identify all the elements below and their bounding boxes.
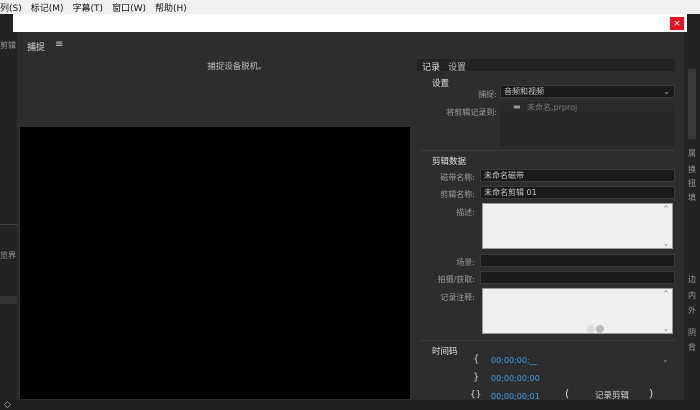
scroll-down-icon[interactable]: ⌄ — [663, 325, 669, 333]
log-note-textarea[interactable]: ^ ⌄ — [482, 288, 673, 334]
clip-name-input[interactable]: 未命名剪辑 01 — [480, 186, 675, 199]
bg-right-text: 背 — [688, 342, 696, 353]
capture-select-value: 音频和视频 — [504, 87, 544, 96]
project-picker[interactable]: ▬ 未命名.prproj — [500, 102, 675, 112]
project-tree — [500, 112, 675, 146]
menu-window[interactable]: 窗口(W) — [112, 1, 146, 14]
panel-title: 捕捉 — [27, 40, 45, 53]
menu-help[interactable]: 帮助(H) — [155, 1, 187, 14]
menu-sequence[interactable]: 列(S) — [0, 1, 22, 14]
section-divider — [420, 340, 675, 341]
bg-right-text: 外 — [688, 305, 696, 316]
log-clip-right-paren: ) — [649, 387, 653, 400]
log-clip-left-paren: ( — [565, 387, 569, 400]
bg-left-text-2: 览界 — [0, 250, 16, 261]
set-out-icon[interactable]: } — [473, 372, 479, 383]
section-divider — [420, 150, 675, 151]
scroll-up-icon[interactable]: ^ — [663, 205, 669, 213]
chevron-down-icon[interactable]: ⌄ — [662, 355, 669, 364]
capture-label: 捕捉: — [437, 89, 497, 100]
capture-dialog: 捕捉 ≡ 捕捉设备脱机。 记录 设置 设置 捕捉: 音频和视频 ⌄ 将剪辑记录到… — [17, 32, 684, 400]
menu-marker[interactable]: 标记(M) — [31, 1, 64, 14]
shot-take-label: 拍摄/获取: — [417, 274, 475, 285]
in-timecode[interactable]: 00;00;00;__ — [491, 356, 538, 365]
description-label: 描述: — [427, 207, 475, 218]
scene-input[interactable] — [480, 254, 675, 267]
panel-header — [17, 32, 684, 56]
settings-section-title: 设置 — [432, 77, 449, 89]
scroll-up-icon[interactable]: ^ — [663, 290, 669, 298]
menu-title[interactable]: 字幕(T) — [73, 1, 104, 14]
out-timecode[interactable]: 00;00;00;00 — [491, 374, 540, 383]
menu-bar: 列(S) 标记(M) 字幕(T) 窗口(W) 帮助(H) — [0, 0, 700, 14]
log-clip-button[interactable]: 记录剪辑 — [577, 389, 647, 401]
bg-right-text: 属 — [688, 148, 696, 159]
chevron-down-icon: ⌄ — [663, 86, 670, 97]
loading-indicator — [587, 325, 609, 335]
tab-record[interactable]: 记录 — [422, 60, 440, 73]
folder-icon: ▬ — [513, 102, 521, 111]
video-preview — [20, 127, 410, 399]
bg-right-text: 扭 — [688, 178, 696, 189]
duration-icon: {} — [470, 390, 481, 400]
tab-settings[interactable]: 设置 — [448, 60, 466, 73]
bg-left-chevron-icon[interactable]: ◇ — [4, 400, 11, 410]
capture-select[interactable]: 音频和视频 ⌄ — [500, 85, 675, 98]
clip-data-section-title: 剪辑数据 — [432, 155, 466, 167]
bg-right-scrollbar[interactable] — [688, 69, 696, 139]
bg-left-text-1: 剪辑 — [0, 40, 16, 51]
description-textarea[interactable]: ^ ⌄ — [482, 203, 673, 249]
set-in-icon[interactable]: { — [473, 354, 479, 365]
scroll-down-icon[interactable]: ⌄ — [663, 240, 669, 248]
record-clip-label: 将剪辑记录到: — [427, 107, 497, 118]
log-note-label: 记录注释: — [417, 292, 475, 303]
clip-name-label: 剪辑名称: — [427, 189, 475, 200]
tape-name-input[interactable]: 未命名磁带 — [480, 169, 675, 182]
panel-menu-icon[interactable]: ≡ — [55, 39, 63, 50]
tape-name-label: 磁带名称: — [427, 172, 475, 183]
scene-label: 场景: — [427, 257, 475, 268]
dialog-title-bar[interactable] — [13, 14, 687, 32]
bg-right-text: 填 — [688, 192, 696, 203]
timecode-section-title: 时间码 — [432, 345, 458, 357]
close-button[interactable]: × — [670, 17, 684, 30]
bg-right-text: 内 — [688, 290, 696, 301]
shot-take-input[interactable] — [480, 271, 675, 284]
device-status-text: 捕捉设备脱机。 — [157, 60, 317, 72]
bg-right-text: 边 — [688, 274, 696, 285]
bg-right-text: 换 — [688, 164, 696, 175]
bg-right-text: 阴 — [688, 327, 696, 338]
